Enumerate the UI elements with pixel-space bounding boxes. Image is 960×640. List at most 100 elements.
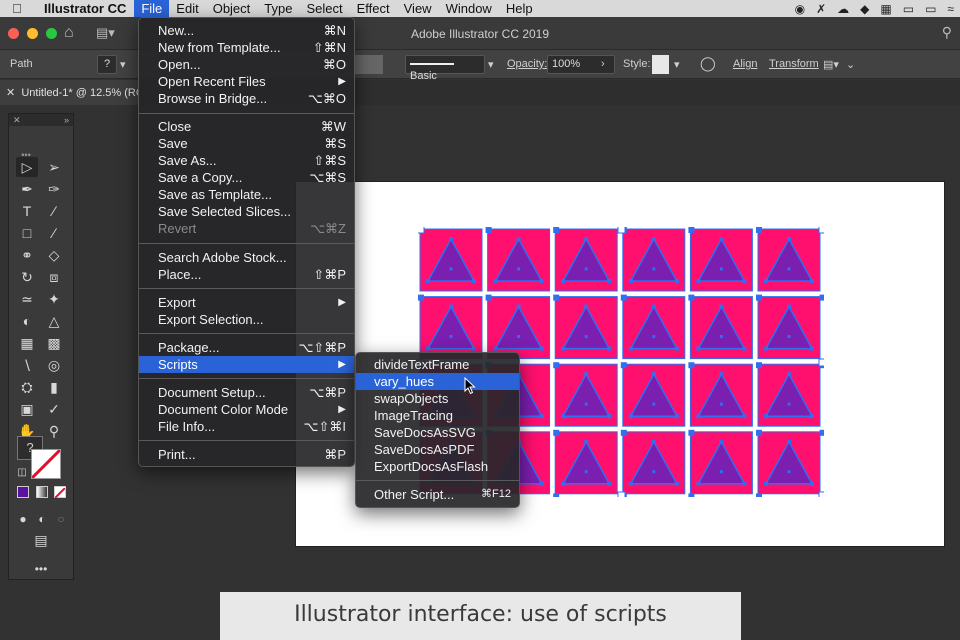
menu-item-document-color-mode[interactable]: Document Color Mode ▶ [139, 401, 354, 418]
width-tool-icon[interactable]: ≃ [16, 289, 38, 309]
screen-mode-icon[interactable]: ▤ [30, 530, 52, 550]
line-tool-icon[interactable]: ∕ [43, 201, 65, 221]
graphic-style-swatch[interactable] [652, 55, 669, 74]
menu-type[interactable]: Type [257, 0, 299, 17]
scale-tool-icon[interactable]: ⧈ [43, 267, 65, 287]
script-item-other-script[interactable]: Other Script... ⌘F12 [356, 486, 519, 503]
menu-item-print[interactable]: Print... ⌘P [139, 446, 354, 463]
recolor-artwork-icon[interactable]: ◯ [700, 55, 716, 72]
chevron-down-icon[interactable]: ▾ [488, 58, 494, 71]
wifi-icon[interactable]: ≈ [947, 2, 954, 16]
menu-item-open[interactable]: Open... ⌘O [139, 56, 354, 73]
menu-item-close[interactable]: Close ⌘W [139, 118, 354, 135]
menu-object[interactable]: Object [206, 0, 258, 17]
rotate-tool-icon[interactable]: ↻ [16, 267, 38, 287]
menu-item-save[interactable]: Save ⌘S [139, 135, 354, 152]
lightbulb-icon[interactable]: ⚲ [942, 24, 952, 41]
perspective-grid-tool-icon[interactable]: △ [43, 311, 65, 331]
type-tool-icon[interactable]: T [16, 201, 38, 221]
eraser-tool-icon[interactable]: ◇ [43, 245, 65, 265]
fill-swatch[interactable] [30, 448, 62, 480]
creative-cloud-icon[interactable]: ☁ [837, 2, 849, 16]
menu-item-new-from-template[interactable]: New from Template... ⇧⌘N [139, 39, 354, 56]
menu-effect[interactable]: Effect [350, 0, 397, 17]
menu-item-search-stock[interactable]: Search Adobe Stock... [139, 249, 354, 266]
mesh-tool-icon[interactable]: ▦ [16, 333, 38, 353]
menu-item-browse-bridge[interactable]: Browse in Bridge... ⌥⌘O [139, 90, 354, 107]
chevron-right-icon[interactable]: › [601, 58, 605, 70]
menu-item-save-as[interactable]: Save As... ⇧⌘S [139, 152, 354, 169]
chevron-down-icon[interactable]: ▾ [674, 58, 680, 71]
direct-selection-tool-icon[interactable]: ➢ [43, 157, 65, 177]
menu-item-save-template[interactable]: Save as Template... [139, 186, 354, 203]
shaper-tool-icon[interactable]: ⚭ [16, 245, 38, 265]
tools-panel-header[interactable]: ✕» [9, 114, 73, 126]
paintbrush-tool-icon[interactable]: ∕ [43, 223, 65, 243]
curvature-tool-icon[interactable]: ✑ [43, 179, 65, 199]
slice-tool-icon[interactable]: ✓ [43, 399, 65, 419]
menu-item-place[interactable]: Place... ⇧⌘P [139, 266, 354, 283]
menu-item-document-setup[interactable]: Document Setup... ⌥⌘P [139, 384, 354, 401]
grid-icon[interactable]: ▦ [880, 2, 891, 16]
menu-item-open-recent[interactable]: Open Recent Files ▶ [139, 73, 354, 90]
help-icon[interactable]: ? [97, 55, 117, 74]
script-item-divide-text-frame[interactable]: divideTextFrame [356, 356, 519, 373]
menu-window[interactable]: Window [439, 0, 499, 17]
menu-file[interactable]: File [134, 0, 170, 17]
more-options-icon[interactable]: ▤▾ [823, 58, 839, 71]
chevron-down-icon[interactable]: ⌄ [846, 58, 855, 71]
rectangle-tool-icon[interactable]: □ [16, 223, 38, 243]
shape-builder-tool-icon[interactable]: ◐ [16, 311, 38, 331]
airplay-icon[interactable]: ▭ [925, 2, 936, 16]
anchor-point [516, 304, 521, 309]
script-item-vary-hues[interactable]: vary_hues [356, 373, 519, 390]
script-item-image-tracing[interactable]: ImageTracing [356, 407, 519, 424]
close-tab-icon[interactable]: ✕ [6, 87, 15, 99]
color-mode-swatch[interactable] [17, 486, 29, 498]
menu-edit[interactable]: Edit [169, 0, 205, 17]
script-item-swap-objects[interactable]: swapObjects [356, 390, 519, 407]
script-icon[interactable]: ✗ [816, 2, 826, 16]
draw-inside-icon[interactable]: ○ [50, 509, 72, 529]
selection-tool-icon[interactable]: ▷ [16, 157, 38, 177]
artboard-tool-icon[interactable]: ▣ [16, 399, 38, 419]
puppet-warp-tool-icon[interactable]: ✦ [43, 289, 65, 309]
edit-toolbar-icon[interactable]: ••• [30, 559, 52, 579]
opacity-label[interactable]: Opacity: [507, 58, 547, 70]
pen-tool-icon[interactable]: ✒ [16, 179, 38, 199]
align-link[interactable]: Align [733, 58, 757, 70]
display-icon[interactable]: ▭ [903, 2, 914, 16]
none-mode-swatch[interactable] [54, 486, 66, 499]
eyedropper-tool-icon[interactable]: ∖ [16, 355, 38, 375]
menu-select[interactable]: Select [299, 0, 349, 17]
blend-tool-icon[interactable]: ◎ [43, 355, 65, 375]
stroke-color-swatch[interactable] [355, 55, 383, 74]
stroke-profile-select[interactable]: Basic [405, 55, 485, 82]
menu-item-file-info[interactable]: File Info... ⌥⇧⌘I [139, 418, 354, 435]
gradient-tool-icon[interactable]: ▩ [43, 333, 65, 353]
script-item-export-docs-flash[interactable]: ExportDocsAsFlash [356, 458, 519, 475]
zoom-tool-icon[interactable]: ⚲ [43, 421, 65, 441]
dropbox-icon[interactable]: ◆ [860, 2, 869, 16]
default-colors-icon[interactable]: ◫ [11, 463, 33, 483]
transform-link[interactable]: Transform [769, 58, 819, 70]
menu-item-export-selection[interactable]: Export Selection... [139, 311, 354, 328]
column-graph-tool-icon[interactable]: ▮ [43, 377, 65, 397]
symbol-sprayer-tool-icon[interactable]: ⛭ [16, 377, 38, 397]
menu-item-new[interactable]: New... ⌘N [139, 22, 354, 39]
apple-icon[interactable]:  [0, 1, 34, 16]
chevron-down-icon[interactable]: ▾ [120, 58, 126, 71]
menu-item-export[interactable]: Export ▶ [139, 294, 354, 311]
gradient-mode-swatch[interactable] [36, 486, 48, 498]
record-icon[interactable]: ◉ [795, 2, 805, 16]
menu-item-save-copy[interactable]: Save a Copy... ⌥⌘S [139, 169, 354, 186]
menu-view[interactable]: View [397, 0, 439, 17]
menu-item-save-slices[interactable]: Save Selected Slices... [139, 203, 354, 220]
script-item-save-docs-pdf[interactable]: SaveDocsAsPDF [356, 441, 519, 458]
script-item-save-docs-svg[interactable]: SaveDocsAsSVG [356, 424, 519, 441]
document-tab[interactable]: ✕ Untitled-1* @ 12.5% (RGB [0, 80, 138, 105]
menu-item-package[interactable]: Package... ⌥⇧⌘P [139, 339, 354, 356]
menu-help[interactable]: Help [499, 0, 540, 17]
menu-item-scripts[interactable]: Scripts ▶ [139, 356, 354, 373]
app-menu[interactable]: Illustrator CC [34, 1, 134, 16]
